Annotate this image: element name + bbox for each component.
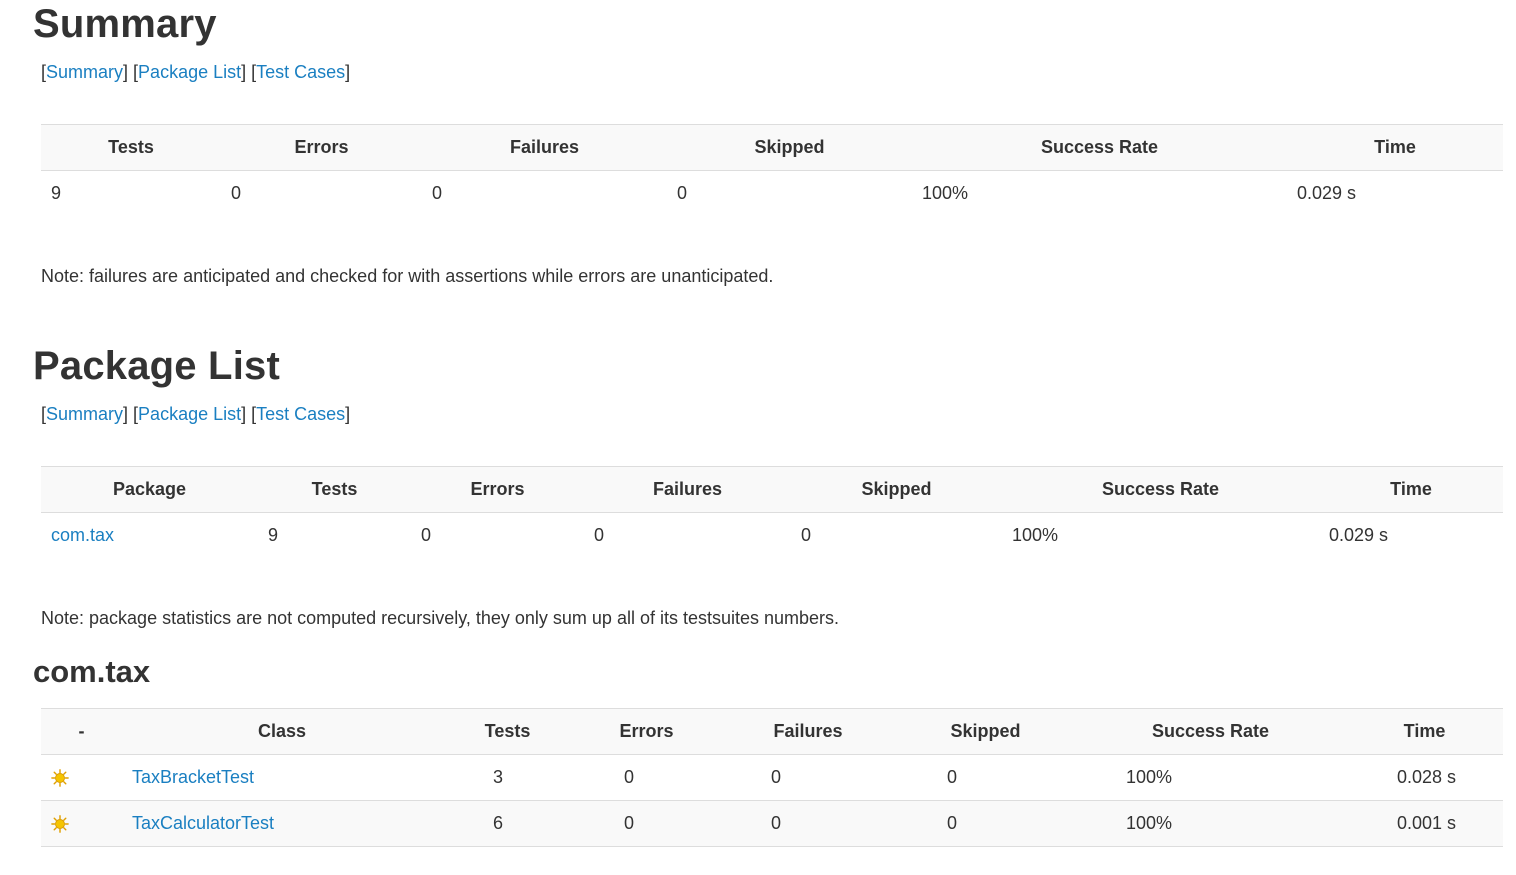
cell: 100% — [1126, 813, 1173, 833]
cell: 3 — [493, 767, 504, 787]
cell: 0 — [624, 813, 635, 833]
cell: 0 — [801, 525, 812, 545]
cell: 9 — [51, 183, 62, 203]
table-row: TaxBracketTest 3 0 0 0 100% 0.028 s — [41, 755, 1503, 801]
col-header: Time — [1319, 466, 1503, 513]
package-link[interactable]: com.tax — [51, 525, 114, 545]
nav-summary-link[interactable]: Summary — [46, 404, 123, 424]
col-header: Failures — [720, 708, 896, 755]
status-cell — [41, 801, 122, 847]
nav-summary-link[interactable]: Summary — [46, 62, 123, 82]
package-list-note: Note: package statistics are not compute… — [41, 608, 840, 628]
bracket: ] — [345, 404, 351, 424]
cell: 0 — [432, 183, 443, 203]
col-header: Class — [122, 708, 442, 755]
col-header: Errors — [411, 466, 584, 513]
summary-header-row: Tests Errors Failures Skipped Success Ra… — [41, 124, 1503, 171]
classes-header-row: - Class Tests Errors Failures Skipped Su… — [41, 708, 1503, 755]
cell: 0 — [421, 525, 432, 545]
col-header: Success Rate — [912, 124, 1287, 171]
bracket: ] [ — [241, 404, 257, 424]
cell: 0.029 s — [1329, 525, 1389, 545]
col-header: Package — [41, 466, 258, 513]
col-header: Errors — [573, 708, 720, 755]
package-cell: com.tax — [41, 513, 258, 559]
col-header: Errors — [221, 124, 422, 171]
col-header: Skipped — [791, 466, 1002, 513]
cell: 0 — [594, 525, 605, 545]
nav-test-cases-link[interactable]: Test Cases — [256, 404, 345, 424]
col-header: Skipped — [896, 708, 1075, 755]
cell: 0.028 s — [1397, 767, 1457, 787]
col-header: Tests — [258, 466, 411, 513]
cell: 0 — [624, 767, 635, 787]
status-cell — [41, 755, 122, 801]
nav-test-cases-link[interactable]: Test Cases — [256, 62, 345, 82]
table-row: TaxCalculatorTest 6 0 0 0 100% 0.001 s — [41, 800, 1503, 847]
cell: 0 — [231, 183, 242, 203]
class-link[interactable]: TaxCalculatorTest — [132, 813, 274, 833]
table-row: 9 0 0 0 100% 0.029 s — [41, 171, 1503, 217]
bracket: ] [ — [123, 404, 139, 424]
bracket: ] [ — [123, 62, 139, 82]
class-cell: TaxCalculatorTest — [122, 801, 442, 847]
bracket: ] — [345, 62, 351, 82]
cell: 0.001 s — [1397, 813, 1457, 833]
col-header: Failures — [584, 466, 791, 513]
cell: 0 — [947, 813, 958, 833]
col-header: Skipped — [667, 124, 912, 171]
cell: 100% — [1126, 767, 1173, 787]
class-cell: TaxBracketTest — [122, 755, 442, 801]
table-row: com.tax 9 0 0 0 100% 0.029 s — [41, 513, 1503, 559]
package-classes-table: - Class Tests Errors Failures Skipped Su… — [41, 708, 1503, 847]
col-header: Tests — [442, 708, 573, 755]
summary-table: Tests Errors Failures Skipped Success Ra… — [41, 124, 1503, 216]
bracket: ] [ — [241, 62, 257, 82]
cell: 6 — [493, 813, 504, 833]
package-heading: com.tax — [33, 654, 151, 689]
cell: 9 — [268, 525, 279, 545]
col-header: Time — [1346, 708, 1503, 755]
package-list-table: Package Tests Errors Failures Skipped Su… — [41, 466, 1503, 558]
package-list-header-row: Package Tests Errors Failures Skipped Su… — [41, 466, 1503, 513]
col-header: Tests — [41, 124, 221, 171]
col-header: Success Rate — [1002, 466, 1319, 513]
success-sun-icon — [51, 815, 69, 834]
cell: 0.029 s — [1297, 183, 1357, 203]
col-header: Failures — [422, 124, 667, 171]
cell: 0 — [947, 767, 958, 787]
package-list-nav: [Summary] [Package List] [Test Cases] — [41, 404, 350, 425]
cell: 0 — [677, 183, 688, 203]
cell: 100% — [1012, 525, 1059, 545]
col-header: Time — [1287, 124, 1503, 171]
nav-package-list-link[interactable]: Package List — [138, 404, 241, 424]
cell: 100% — [922, 183, 969, 203]
cell: 0 — [771, 767, 782, 787]
summary-note: Note: failures are anticipated and check… — [41, 266, 774, 286]
package-list-heading: Package List — [33, 344, 280, 388]
col-header: Success Rate — [1075, 708, 1346, 755]
cell: 0 — [771, 813, 782, 833]
success-sun-icon — [51, 769, 69, 788]
summary-nav: [Summary] [Package List] [Test Cases] — [41, 62, 350, 83]
summary-heading: Summary — [33, 2, 217, 46]
class-link[interactable]: TaxBracketTest — [132, 767, 254, 787]
col-header: - — [41, 708, 122, 755]
nav-package-list-link[interactable]: Package List — [138, 62, 241, 82]
